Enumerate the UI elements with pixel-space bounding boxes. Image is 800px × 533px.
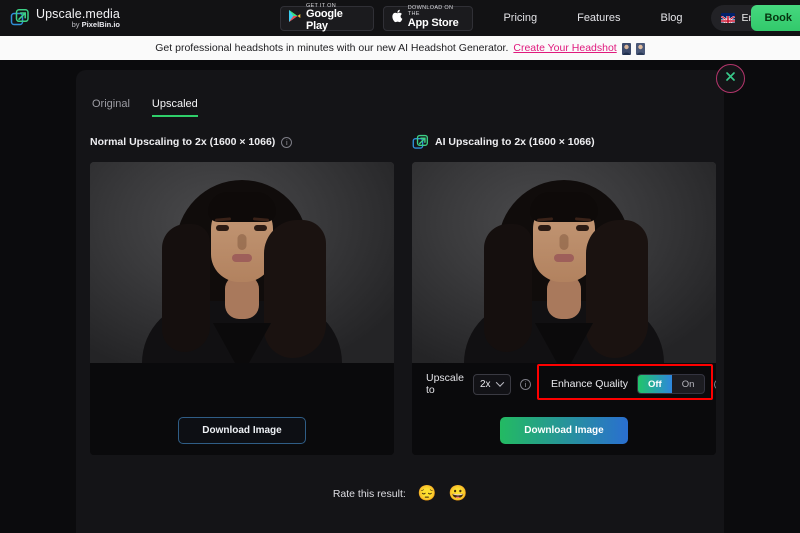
enhance-quality-label: Enhance Quality: [550, 378, 628, 390]
tab-upscaled[interactable]: Upscaled: [151, 98, 198, 117]
lips: [554, 254, 574, 262]
ai-download-row: Download Image: [412, 405, 716, 455]
book-cta-button[interactable]: Book: [750, 5, 800, 31]
rate-sad-emoji[interactable]: 😔: [418, 486, 437, 501]
logo-title: Upscale.media: [36, 6, 120, 21]
app-store-label: Download on the App Store: [407, 5, 459, 29]
enhance-toggle-off[interactable]: Off: [638, 375, 672, 393]
google-play-label: GET IT ON Google Play: [305, 2, 343, 32]
hair-wave-left: [484, 224, 532, 352]
tab-original[interactable]: Original: [92, 98, 130, 117]
store-badges: GET IT ON Google Play Download on the Ap…: [279, 2, 474, 32]
normal-panel-header: Normal Upscaling to 2x (1600 × 1066) i: [90, 132, 394, 152]
rate-result-row: Rate this result: 😔 😀: [76, 486, 724, 501]
banner-text: Get professional headshots in minutes wi…: [155, 42, 509, 54]
upscale-info-icon[interactable]: i: [519, 378, 531, 390]
ai-controls-row: Upscale to 2x i Enhance Quality Off On: [412, 363, 716, 405]
comparison-panels: Normal Upscaling to 2x (1600 × 1066) i D…: [90, 132, 716, 455]
normal-result-image[interactable]: [90, 162, 394, 363]
ai-panel-title: AI Upscaling to 2x (1600 × 1066): [435, 136, 595, 148]
logo-subtitle: by PixelBin.io: [71, 20, 120, 29]
avatar-icon-2: [635, 42, 645, 55]
site-header: Upscale.media by PixelBin.io GET IT ON G…: [0, 0, 800, 36]
nose: [237, 234, 247, 250]
download-image-button-normal[interactable]: Download Image: [178, 416, 306, 444]
lips: [232, 254, 252, 262]
uk-flag-icon: [720, 13, 735, 23]
eye-left: [538, 225, 551, 231]
ai-result-image[interactable]: [412, 162, 716, 363]
logo-text: Upscale.media by PixelBin.io: [36, 6, 120, 29]
rate-happy-emoji[interactable]: 😀: [448, 486, 467, 501]
hair-wave-left: [162, 224, 210, 352]
nav-item-features[interactable]: Features: [577, 12, 620, 24]
google-play-icon: [288, 9, 301, 28]
info-icon[interactable]: i: [281, 136, 293, 148]
main-nav: Pricing Features Blog: [503, 12, 682, 24]
apple-icon: [391, 9, 403, 28]
close-icon: [724, 70, 737, 88]
chevron-down-icon: [495, 378, 504, 387]
logo[interactable]: Upscale.media by PixelBin.io: [10, 6, 120, 29]
app-page: Upscale.media by PixelBin.io GET IT ON G…: [0, 0, 800, 533]
hair-wave-right: [264, 220, 326, 358]
eye-right: [254, 225, 267, 231]
close-modal-button[interactable]: [716, 64, 745, 93]
result-tabs: Original Upscaled: [92, 98, 198, 117]
upscale-arrow-icon: [10, 8, 30, 28]
ai-upscale-icon: [412, 134, 429, 151]
enhance-toggle-on[interactable]: On: [672, 375, 705, 393]
ai-panel-body: Upscale to 2x i Enhance Quality Off On D…: [412, 162, 716, 455]
normal-panel-title: Normal Upscaling to 2x (1600 × 1066): [90, 136, 276, 148]
enhance-quality-toggle[interactable]: Off On: [637, 374, 706, 394]
announcement-banner: Get professional headshots in minutes wi…: [0, 36, 800, 60]
normal-panel-body: Download Image: [90, 162, 394, 455]
nav-item-blog[interactable]: Blog: [661, 12, 683, 24]
download-image-button-ai[interactable]: Download Image: [500, 416, 628, 444]
hair-wave-right: [586, 220, 648, 358]
normal-download-row: Download Image: [90, 405, 394, 455]
enhance-info-icon[interactable]: i: [714, 378, 716, 390]
avatar-icon-1: [621, 42, 631, 55]
rate-result-label: Rate this result:: [332, 487, 406, 500]
upscale-factor-value: 2x: [479, 378, 491, 390]
result-modal: Original Upscaled Normal Upscaling to 2x…: [76, 70, 724, 533]
app-store-button[interactable]: Download on the App Store: [382, 5, 474, 31]
normal-controls-row: [90, 363, 394, 405]
enhance-quality-group: Enhance Quality Off On i: [551, 374, 716, 394]
eye-right: [576, 225, 589, 231]
upscale-factor-select[interactable]: 2x: [472, 373, 511, 395]
ai-upscale-panel: AI Upscaling to 2x (1600 × 1066) Upscale…: [412, 132, 716, 455]
normal-upscale-panel: Normal Upscaling to 2x (1600 × 1066) i D…: [90, 132, 394, 455]
nose: [559, 234, 569, 250]
google-play-button[interactable]: GET IT ON Google Play: [279, 2, 374, 32]
upscale-to-label: Upscale to: [426, 372, 464, 396]
create-headshot-link[interactable]: Create Your Headshot: [513, 42, 616, 54]
eye-left: [216, 225, 229, 231]
nav-item-pricing[interactable]: Pricing: [503, 12, 537, 24]
ai-panel-header: AI Upscaling to 2x (1600 × 1066): [412, 132, 716, 152]
